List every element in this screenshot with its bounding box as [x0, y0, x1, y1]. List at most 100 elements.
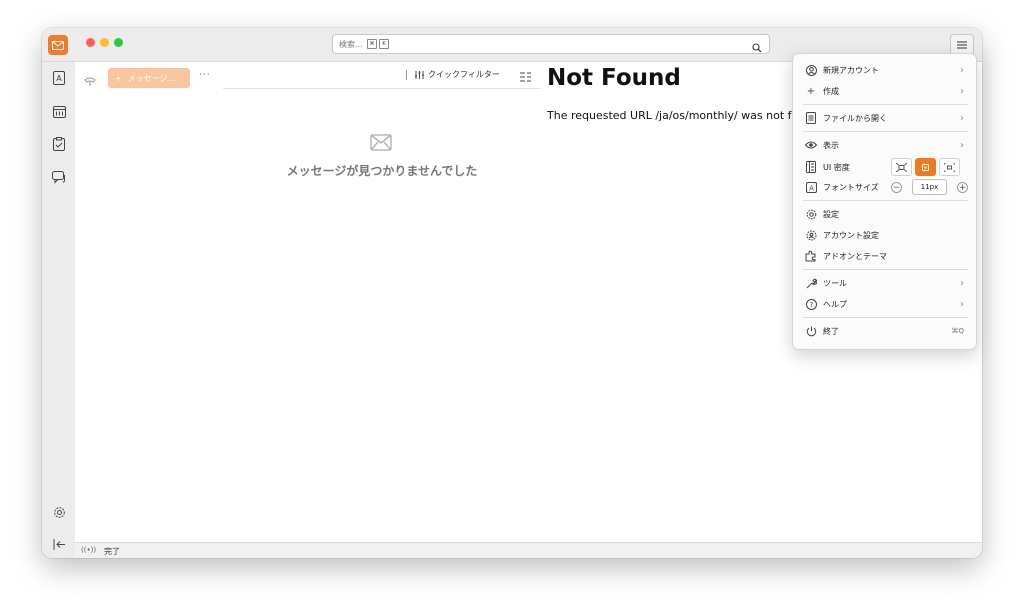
normal-density-icon — [922, 163, 929, 171]
thread-pane: クイックフィルター メッセージが見つかりませんでした — [223, 62, 542, 543]
svg-text:A: A — [809, 184, 814, 192]
keycap-icon: ⌘ — [367, 39, 377, 49]
menu-item-font-size: A フォントサイズ − 11px + — [793, 178, 976, 196]
font-size-value[interactable]: 11px — [912, 179, 947, 195]
file-icon — [805, 112, 817, 124]
close-window-button[interactable] — [86, 38, 95, 47]
menu-item-create[interactable]: + 作成 › — [793, 82, 976, 100]
tasks-icon[interactable] — [50, 135, 68, 153]
menu-item-ui-density: UI 密度 — [793, 158, 976, 176]
wrench-icon — [805, 277, 817, 289]
menu-item-tools[interactable]: ツール › — [793, 274, 976, 292]
menu-label: アカウント設定 — [823, 230, 879, 240]
collapse-spaces-icon[interactable] — [50, 535, 68, 553]
quick-filter-button[interactable]: クイックフィルター — [406, 69, 500, 80]
svg-text:?: ? — [809, 301, 813, 309]
address-book-icon[interactable]: A — [50, 69, 68, 87]
chevron-right-icon: › — [960, 298, 964, 310]
menu-item-addons-themes[interactable]: アドオンとテーマ — [793, 247, 976, 265]
puzzle-piece-icon — [805, 250, 817, 262]
hamburger-icon — [957, 41, 967, 49]
menu-label: UI 密度 — [823, 162, 850, 172]
eye-icon — [805, 139, 817, 151]
density-normal-button[interactable] — [915, 158, 936, 176]
density-options — [891, 158, 960, 176]
new-message-label: メッセージ... — [127, 73, 176, 83]
search-shortcut-keys: ⌘ K — [367, 39, 389, 49]
global-search-box[interactable]: ⌘ K — [332, 34, 770, 54]
menu-label: 表示 — [823, 140, 839, 150]
svg-text:A: A — [56, 74, 62, 83]
thread-display-options-icon[interactable] — [520, 68, 531, 87]
folder-pane: + メッセージ... ··· — [75, 62, 224, 543]
menu-item-account-settings[interactable]: アカウント設定 — [793, 226, 976, 244]
menu-item-new-account[interactable]: 新規アカウント › — [793, 61, 976, 79]
menu-label: ヘルプ — [823, 299, 847, 309]
divider — [406, 69, 407, 80]
chevron-right-icon: › — [960, 112, 964, 124]
keycap-icon: K — [379, 39, 389, 49]
menu-item-settings[interactable]: 設定 — [793, 205, 976, 223]
font-size-controls: − 11px + — [891, 179, 968, 195]
status-bar: ((•)) 完了 — [75, 542, 982, 558]
density-touch-button[interactable] — [939, 158, 960, 176]
menu-label: フォントサイズ — [823, 182, 879, 192]
menu-label: ファイルから開く — [823, 113, 887, 123]
quit-shortcut: ⌘Q — [951, 327, 964, 335]
menu-separator — [803, 104, 968, 105]
touch-icon — [944, 162, 955, 172]
chat-icon[interactable] — [50, 168, 68, 186]
power-icon — [805, 325, 817, 337]
page-title: Not Found — [547, 65, 681, 91]
menu-item-open-file[interactable]: ファイルから開く › — [793, 109, 976, 127]
search-input[interactable] — [339, 36, 719, 52]
menu-label: 設定 — [823, 209, 839, 219]
font-size-decrease-button[interactable]: − — [891, 181, 902, 193]
menu-separator — [803, 317, 968, 318]
menu-separator — [803, 131, 968, 132]
online-status-icon[interactable]: ((•)) — [81, 546, 96, 554]
spaces-toolbar: A — [42, 62, 76, 558]
help-icon: ? — [805, 298, 817, 310]
get-messages-icon[interactable] — [84, 71, 96, 90]
menu-label: 新規アカウント — [823, 65, 879, 75]
new-message-button[interactable]: + メッセージ... — [108, 68, 190, 88]
plus-icon: + — [806, 85, 816, 97]
menu-separator — [803, 200, 968, 201]
compact-icon — [896, 162, 907, 172]
font-size-increase-button[interactable]: + — [957, 181, 968, 193]
chevron-right-icon: › — [960, 85, 964, 97]
mail-app-icon[interactable] — [48, 35, 68, 55]
chevron-right-icon: › — [960, 277, 964, 289]
chevron-right-icon: › — [960, 64, 964, 76]
density-icon — [805, 161, 817, 173]
menu-label: 作成 — [823, 86, 839, 96]
gear-icon — [805, 208, 817, 220]
chevron-right-icon: › — [960, 139, 964, 151]
menu-separator — [803, 269, 968, 270]
settings-gear-icon[interactable] — [50, 503, 68, 521]
filter-sliders-icon — [415, 70, 424, 79]
quick-filter-label: クイックフィルター — [428, 70, 500, 79]
account-settings-icon — [805, 229, 817, 241]
menu-item-view[interactable]: 表示 › — [793, 136, 976, 154]
app-menu-panel: 新規アカウント › + 作成 › ファイルから開く › 表示 › UI 密度 A… — [792, 53, 977, 350]
density-compact-button[interactable] — [891, 158, 912, 176]
account-icon — [805, 64, 817, 76]
folder-pane-more-button[interactable]: ··· — [199, 70, 211, 80]
calendar-icon[interactable] — [50, 102, 68, 120]
menu-label: 終了 — [823, 326, 839, 336]
font-size-icon: A — [805, 181, 817, 193]
empty-thread-message: メッセージが見つかりませんでした — [286, 164, 478, 178]
menu-label: アドオンとテーマ — [823, 251, 887, 261]
search-icon[interactable] — [752, 38, 762, 57]
plus-icon: + — [115, 73, 122, 83]
zoom-window-button[interactable] — [114, 38, 123, 47]
thread-pane-header: クイックフィルター — [223, 62, 541, 89]
status-text: 完了 — [104, 547, 120, 556]
empty-mail-icon — [370, 134, 392, 155]
menu-item-quit[interactable]: 終了 ⌘Q — [793, 322, 976, 340]
menu-item-help[interactable]: ? ヘルプ › — [793, 295, 976, 313]
minimize-window-button[interactable] — [100, 38, 109, 47]
menu-label: ツール — [823, 278, 847, 288]
